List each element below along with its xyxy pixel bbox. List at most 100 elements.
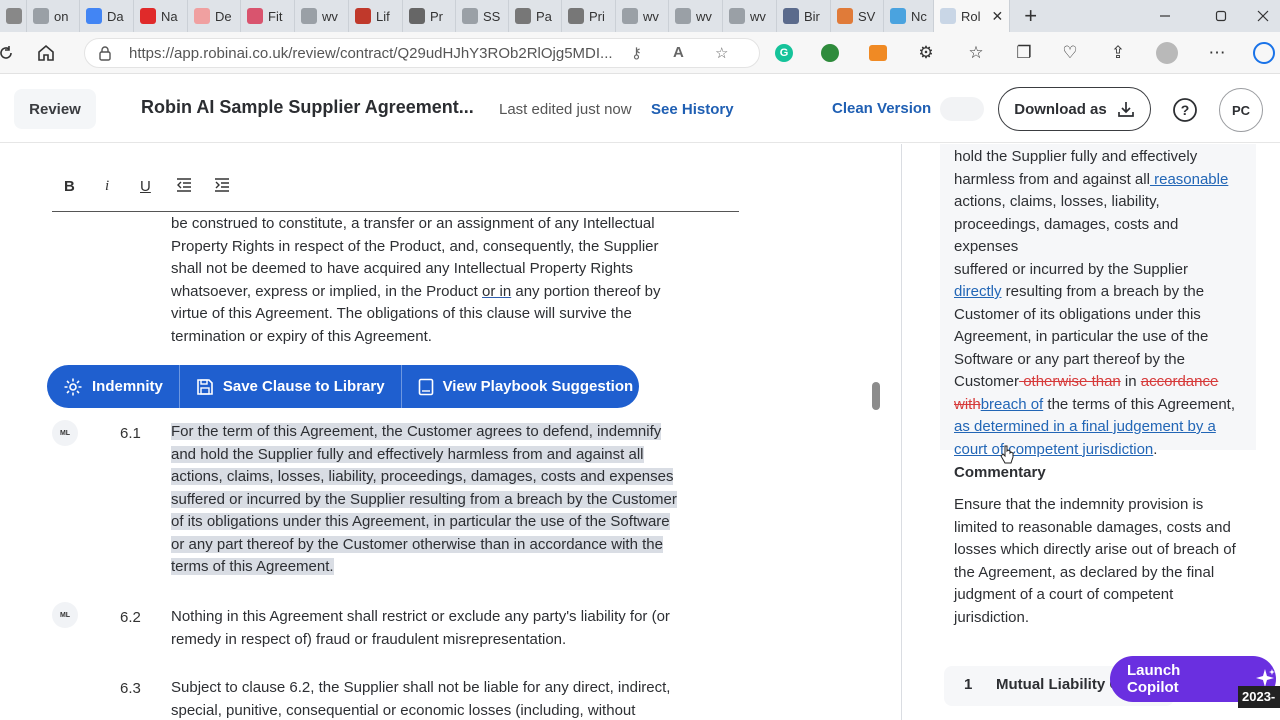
tab-label: De — [215, 8, 232, 24]
italic-button[interactable]: i — [105, 178, 109, 195]
clause-number: 6.3 — [120, 680, 141, 697]
browser-tab[interactable]: Pr — [403, 0, 456, 32]
more-menu-icon[interactable]: ⋯ — [1205, 41, 1229, 65]
browser-tab[interactable]: wv — [669, 0, 723, 32]
text-line: directly resulting from a breach by the — [954, 281, 1244, 304]
browser-tab[interactable]: Fit — [241, 0, 295, 32]
editor-scrollbar-thumb[interactable] — [872, 382, 880, 410]
ml-icon[interactable]: ML — [52, 602, 78, 628]
refresh-icon[interactable] — [0, 41, 18, 65]
globe-extension-icon[interactable] — [818, 41, 842, 65]
lock-icon — [99, 45, 111, 64]
profile-avatar-icon[interactable] — [1155, 41, 1179, 65]
highlighted-line: actions, claims, losses, liability, proc… — [171, 468, 674, 485]
outdent-icon[interactable] — [176, 178, 192, 196]
tab-label: SV — [858, 8, 876, 24]
bing-icon[interactable] — [1252, 41, 1276, 65]
tab-label: Bir — [804, 8, 820, 24]
browser-tab[interactable]: Lif — [349, 0, 403, 32]
url-text: https://app.robinai.co.uk/review/contrac… — [129, 44, 613, 62]
home-icon[interactable] — [34, 41, 58, 65]
redline-deletion: otherwise than — [1019, 373, 1121, 390]
close-tab-icon[interactable]: ✕ — [992, 8, 1004, 25]
user-avatar[interactable]: PC — [1219, 88, 1263, 132]
browser-tab[interactable]: wv — [295, 0, 349, 32]
download-label: Download as — [1014, 100, 1107, 118]
tracked-insertion: or in — [482, 282, 512, 300]
text-line: Customer of its obligations under this — [954, 305, 1201, 323]
read-aloud-icon[interactable]: A — [673, 44, 684, 61]
clause-6-2-text[interactable]: Nothing in this Agreement shall restrict… — [171, 606, 691, 651]
browser-tab[interactable]: Pa — [509, 0, 562, 32]
new-tab-button[interactable]: + — [1010, 0, 1051, 32]
highlighted-line: or any part thereof by the Customer othe… — [171, 535, 663, 553]
review-button[interactable]: Review — [14, 89, 96, 129]
view-playbook-button[interactable]: View Playbook Suggestion — [402, 365, 639, 408]
text-line: hold the Supplier fully and effectively — [954, 148, 1198, 165]
robin-favicon-icon — [940, 8, 956, 24]
browser-tab[interactable]: wv — [616, 0, 669, 32]
suggested-redline-text: hold the Supplier fully and effectively … — [954, 146, 1244, 461]
browser-tab[interactable]: De — [188, 0, 241, 32]
url-field[interactable]: https://app.robinai.co.uk/review/contrac… — [84, 38, 760, 68]
performance-icon[interactable]: ♡ — [1058, 41, 1082, 65]
minimize-button[interactable] — [1142, 0, 1188, 32]
highlighted-line: terms of this Agreement. — [171, 558, 334, 575]
playbook-label: View Playbook Suggestion — [442, 378, 634, 395]
browser-tab[interactable]: Bir — [777, 0, 831, 32]
browser-tab[interactable]: SV — [831, 0, 884, 32]
metamask-icon[interactable] — [866, 41, 890, 65]
text-fragment: . — [1153, 440, 1158, 458]
browser-tab[interactable]: wv — [723, 0, 777, 32]
tab-favicon-icon — [515, 8, 531, 24]
text-line: shall not be deemed to have acquired any… — [171, 260, 633, 277]
browser-tab[interactable]: °C — [0, 0, 27, 32]
share-icon[interactable]: ⇪ — [1106, 41, 1130, 65]
browser-tab[interactable]: SS — [456, 0, 509, 32]
grammarly-icon[interactable]: G — [772, 41, 796, 65]
extensions-icon[interactable]: ⚙ — [914, 41, 938, 65]
download-icon — [1117, 102, 1134, 117]
collections-icon[interactable]: ❐ — [1012, 41, 1036, 65]
tab-label: Na — [161, 8, 178, 24]
tab-favicon-icon — [783, 8, 799, 24]
close-window-button[interactable] — [1240, 0, 1280, 32]
bold-button[interactable]: B — [64, 178, 75, 195]
text-line: court of competent jurisdiction. — [954, 439, 1244, 462]
browser-tab[interactable]: Na — [134, 0, 188, 32]
indemnity-button[interactable]: Indemnity — [47, 365, 180, 408]
text-line: be construed to constitute, a transfer o… — [171, 215, 655, 232]
indent-icon[interactable] — [214, 178, 230, 196]
text-line: whatsoever, express or implied, in the P… — [171, 281, 681, 304]
mouse-pointer-icon — [1000, 445, 1014, 464]
tab-favicon-icon — [194, 8, 210, 24]
tab-label: Pa — [536, 8, 552, 24]
tab-label: wv — [696, 8, 712, 24]
browser-tab-active[interactable]: Rol ✕ — [934, 0, 1011, 32]
browser-tab[interactable]: Pri — [562, 0, 616, 32]
clause-6-1-text[interactable]: For the term of this Agreement, the Cust… — [171, 421, 691, 579]
browser-tab[interactable]: Da — [80, 0, 134, 32]
save-clause-button[interactable]: Save Clause to Library — [180, 365, 402, 408]
maximize-button[interactable] — [1198, 0, 1244, 32]
clause-6-3-text[interactable]: Subject to clause 6.2, the Supplier shal… — [171, 677, 691, 720]
underline-button[interactable]: U — [140, 178, 151, 195]
download-button[interactable]: Download as — [998, 87, 1151, 131]
favorites-icon[interactable]: ☆ — [964, 41, 988, 65]
ip-clause-paragraph: be construed to constitute, a transfer o… — [171, 213, 681, 348]
copilot-label: Launch Copilot — [1127, 662, 1181, 696]
key-icon[interactable]: ⚷ — [631, 44, 642, 62]
text-line: Software or any part thereof by the — [954, 350, 1185, 368]
browser-tab[interactable]: on — [27, 0, 80, 32]
highlighted-line: and hold the Supplier fully and effectiv… — [171, 445, 644, 463]
text-line: withbreach of the terms of this Agreemen… — [954, 394, 1244, 417]
highlighted-line: of its obligations under this Agreement,… — [171, 513, 670, 530]
text-line: as determined in a final judgement by a — [954, 416, 1244, 439]
see-history-link[interactable]: See History — [651, 101, 734, 118]
ml-icon-label: ML — [59, 429, 71, 437]
clean-version-toggle[interactable] — [940, 97, 984, 121]
ml-icon[interactable]: ML — [52, 420, 78, 446]
help-button[interactable]: ? — [1163, 88, 1207, 132]
browser-tab[interactable]: Nc — [884, 0, 934, 32]
favorite-star-icon[interactable]: ☆ — [715, 44, 728, 62]
